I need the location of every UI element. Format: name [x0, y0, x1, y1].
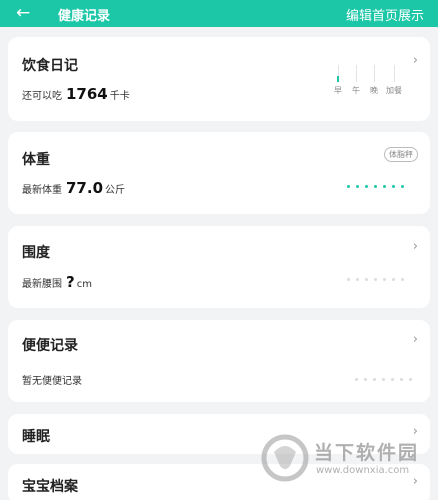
meal-lunch: 午 — [348, 65, 364, 96]
edit-homepage-button[interactable]: 编辑首页展示 — [346, 5, 424, 24]
meal-snack: 加餐 — [386, 65, 402, 96]
baby-title: 宝宝档案 — [22, 479, 78, 495]
diet-card[interactable]: 饮食日记 › 还可以吃 1764 千卡 早 午 晚 加餐 — [8, 37, 430, 121]
watermark-url: www.downxia.com — [316, 465, 410, 476]
body-fat-scale-badge[interactable]: 体脂秤 — [384, 147, 418, 162]
meal-label: 晚 — [370, 86, 378, 95]
meal-label: 早 — [334, 86, 342, 95]
waist-label: 最新腰围 — [22, 279, 62, 290]
calorie-remaining: 还可以吃 1764 千卡 — [22, 85, 130, 103]
chevron-right-icon: › — [412, 332, 418, 347]
bowel-empty-text: 暂无便便记录 — [22, 376, 82, 387]
meal-label: 加餐 — [386, 86, 402, 95]
weight-value: 77.0 — [66, 179, 104, 197]
app-header: ← 健康记录 编辑首页展示 — [0, 0, 438, 27]
weight-title: 体重 — [22, 152, 50, 168]
weight-trend-dots — [347, 185, 404, 188]
weight-card[interactable]: 体重 体脂秤 最新体重 77.0 公斤 — [8, 132, 430, 214]
calorie-unit: 千卡 — [109, 91, 130, 102]
watermark-name: 当下软件园 — [314, 442, 420, 464]
watermark-logo-icon — [261, 434, 309, 482]
waist-unit: cm — [76, 279, 92, 290]
bowel-trend-dots — [355, 378, 412, 381]
remaining-value: 1764 — [66, 85, 108, 103]
meal-dinner: 晚 — [366, 65, 382, 96]
waist-value: ? — [66, 273, 75, 291]
meal-breakfast: 早 — [330, 65, 346, 96]
girth-card[interactable]: 围度 › 最新腰围? cm — [8, 226, 430, 308]
chevron-right-icon: › — [412, 53, 418, 68]
latest-waist: 最新腰围? cm — [22, 273, 92, 291]
sleep-title: 睡眠 — [22, 429, 50, 445]
meal-label: 午 — [352, 86, 360, 95]
latest-weight: 最新体重 77.0 公斤 — [22, 179, 125, 197]
weight-label: 最新体重 — [22, 185, 62, 196]
bowel-title: 便便记录 — [22, 338, 78, 354]
meal-progress: 早 午 晚 加餐 — [330, 65, 406, 105]
diet-title: 饮食日记 — [22, 58, 78, 74]
watermark: 当下软件园 www.downxia.com — [260, 430, 436, 494]
chevron-right-icon: › — [412, 239, 418, 254]
remaining-label: 还可以吃 — [22, 91, 62, 102]
page-title: 健康记录 — [58, 9, 111, 24]
weight-unit: 公斤 — [105, 185, 126, 196]
bowel-card[interactable]: 便便记录 › 暂无便便记录 — [8, 320, 430, 402]
girth-title: 围度 — [22, 245, 50, 261]
arrow-left-icon[interactable]: ← — [16, 3, 30, 23]
girth-trend-dots — [347, 278, 404, 281]
